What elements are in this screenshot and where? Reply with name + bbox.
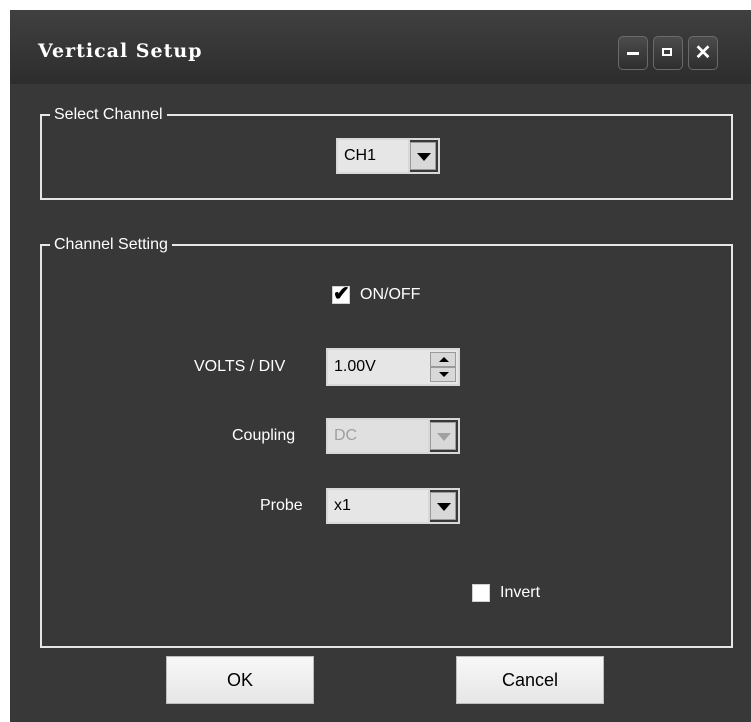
maximize-icon (662, 48, 672, 56)
select-channel-label: Select Channel (40, 105, 167, 125)
chevron-down-icon[interactable] (430, 492, 456, 520)
probe-label: Probe (260, 497, 303, 514)
chevron-down-icon[interactable] (410, 142, 436, 170)
title-bar[interactable]: Vertical Setup ✕ (10, 10, 751, 84)
volts-div-value: 1.00V (334, 358, 376, 375)
close-icon: ✕ (694, 42, 712, 64)
channel-select[interactable]: CH1 (336, 138, 440, 174)
maximize-button[interactable] (653, 36, 683, 70)
chevron-down-icon (430, 422, 456, 450)
volts-div-spinbox[interactable]: 1.00V (326, 348, 460, 386)
invert-label: Invert (500, 584, 541, 601)
minimize-button[interactable] (618, 36, 648, 70)
ok-button[interactable]: OK (166, 656, 314, 704)
volts-div-label: VOLTS / DIV (194, 358, 286, 375)
onoff-label: ON/OFF (360, 286, 421, 303)
invert-checkbox[interactable] (472, 584, 490, 602)
cancel-button[interactable]: Cancel (456, 656, 604, 704)
probe-select[interactable]: x1 (326, 488, 460, 524)
onoff-checkbox[interactable]: ✔ (332, 283, 350, 305)
select-channel-group: Select Channel CH1 (40, 105, 733, 200)
vertical-setup-window: Vertical Setup ✕ Select Channel CH1 Chan… (10, 10, 751, 722)
window-title: Vertical Setup (38, 40, 203, 62)
spin-up-icon[interactable] (430, 352, 456, 367)
coupling-select: DC (326, 418, 460, 454)
channel-setting-label: Channel Setting (40, 235, 172, 255)
spin-down-icon[interactable] (430, 367, 456, 382)
checkmark-icon: ✔ (333, 283, 350, 305)
probe-select-value: x1 (328, 490, 430, 522)
coupling-select-value: DC (328, 420, 430, 452)
channel-setting-group: Channel Setting ✔ ON/OFF VOLTS / DIV 1.0… (40, 235, 733, 648)
coupling-label: Coupling (232, 427, 296, 444)
minimize-icon (627, 52, 639, 55)
close-button[interactable]: ✕ (688, 36, 718, 70)
channel-select-value: CH1 (338, 140, 410, 172)
